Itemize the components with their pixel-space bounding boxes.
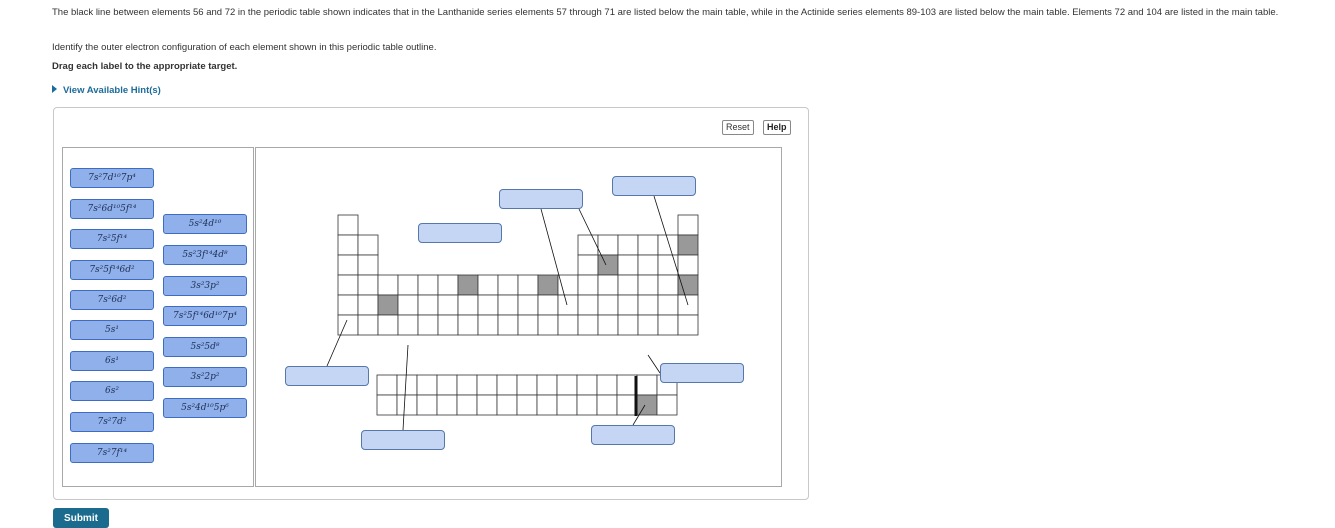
- label-7s2-6d10-5f14[interactable]: 7s²6d¹⁰5f¹⁴: [70, 199, 154, 219]
- drop-target-5[interactable]: [660, 363, 744, 383]
- label-5s2-5d8[interactable]: 5s²5d⁸: [163, 337, 247, 357]
- label-5s2-4d10-5p6[interactable]: 5s²4d¹⁰5p⁶: [163, 398, 247, 418]
- label-5s2-4d10[interactable]: 5s²4d¹⁰: [163, 214, 247, 234]
- label-6s2[interactable]: 6s²: [70, 381, 154, 401]
- label-5s1[interactable]: 5s¹: [70, 320, 154, 340]
- question-text: Identify the outer electron configuratio…: [52, 42, 437, 53]
- label-7s2-6d2[interactable]: 7s²6d²: [70, 290, 154, 310]
- view-hints-link[interactable]: View Available Hint(s): [52, 84, 161, 97]
- drop-target-3[interactable]: [418, 223, 502, 243]
- help-button[interactable]: Help: [763, 120, 791, 135]
- label-7s2-5f14[interactable]: 7s²5f¹⁴: [70, 229, 154, 249]
- label-7s2-7f14[interactable]: 7s²7f¹⁴: [70, 443, 154, 463]
- caret-right-icon: [52, 85, 57, 93]
- submit-button[interactable]: Submit: [53, 508, 109, 528]
- label-7s2-5f14-6d2[interactable]: 7s²5f¹⁴6d²: [70, 260, 154, 280]
- drop-target-2[interactable]: [612, 176, 696, 196]
- label-3s2-3p2[interactable]: 3s²3p²: [163, 276, 247, 296]
- view-hints-label: View Available Hint(s): [63, 85, 161, 96]
- drop-target-7[interactable]: [591, 425, 675, 445]
- drop-target-6[interactable]: [361, 430, 445, 450]
- label-3s2-2p2[interactable]: 3s²2p²: [163, 367, 247, 387]
- drag-instruction: Drag each label to the appropriate targe…: [52, 61, 238, 72]
- label-6s1[interactable]: 6s¹: [70, 351, 154, 371]
- drop-target-4[interactable]: [285, 366, 369, 386]
- reset-button[interactable]: Reset: [722, 120, 754, 135]
- label-7s2-7d10-7p4[interactable]: 7s²7d¹⁰7p⁴: [70, 168, 154, 188]
- intro-text: The black line between elements 56 and 7…: [52, 7, 1279, 18]
- drop-target-1[interactable]: [499, 189, 583, 209]
- label-5s2-3f14-4d8[interactable]: 5s²3f¹⁴4d⁸: [163, 245, 247, 265]
- label-7s2-5f14-6d10-7p4[interactable]: 7s²5f¹⁴6d¹⁰7p⁴: [163, 306, 247, 326]
- label-7s2-7d2[interactable]: 7s²7d²: [70, 412, 154, 432]
